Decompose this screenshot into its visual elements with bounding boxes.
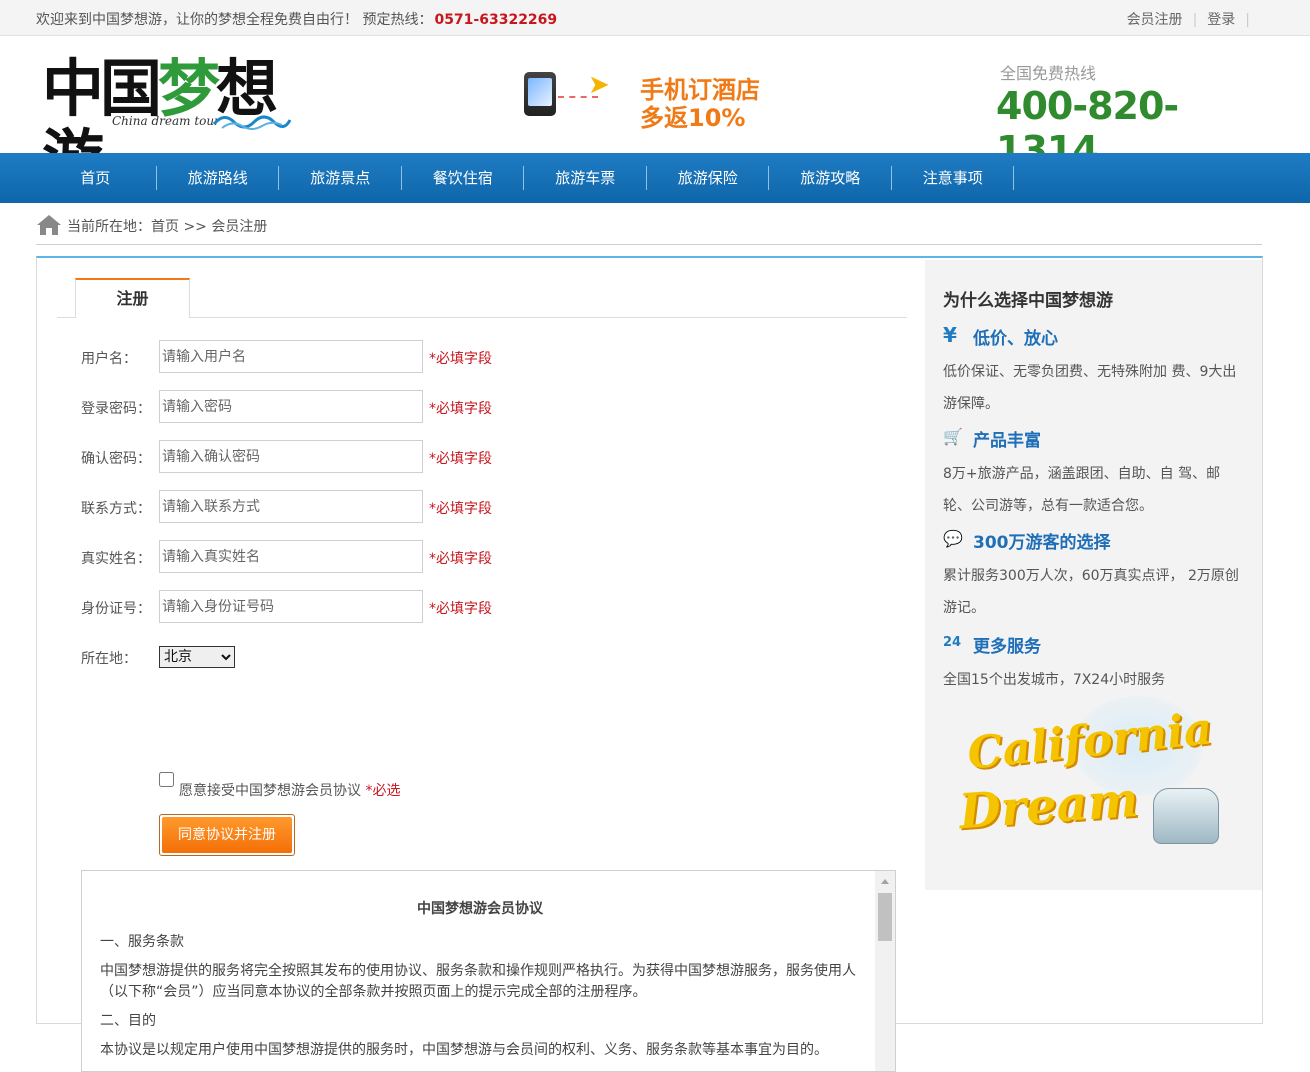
feature-more-services: 24 更多服务 全国15个出发城市，7X24小时服务	[943, 630, 1243, 696]
feature-desc: 累计服务300万人次，60万真实点评， 2万原创游记。	[943, 568, 1239, 616]
breadcrumb-text: 当前所在地：首页 >> 会员注册	[67, 219, 268, 235]
24h-icon: 24	[943, 635, 962, 650]
feature-heading: 300万游客的选择	[973, 533, 1111, 553]
tab-bar: 注册	[57, 278, 907, 318]
nav-item-insurance[interactable]: 旅游保险	[647, 153, 770, 203]
idcard-input[interactable]	[159, 590, 423, 623]
realname-input[interactable]	[159, 540, 423, 573]
required-note: *必填字段	[429, 351, 492, 367]
nav-item-routes[interactable]: 旅游路线	[157, 153, 280, 203]
promo-line-2: 多返10%	[640, 104, 746, 132]
scroll-up-icon[interactable]	[881, 879, 889, 884]
login-link[interactable]: 登录	[1207, 12, 1235, 28]
mobile-hotel-promo[interactable]: ➤ 手机订酒店 多返10%	[520, 66, 770, 136]
chat-icon: 💬	[943, 529, 963, 548]
why-choose-sidebar: 为什么选择中国梦想游 ¥ 低价、放心 低价保证、无零负团费、无特殊附加 费、9大…	[925, 260, 1262, 890]
agree-text: 愿意接受中国梦想游会员协议	[179, 783, 361, 799]
submit-register-button[interactable]: 同意协议并注册	[159, 814, 295, 856]
agreement-section-heading: 一、服务条款	[100, 934, 184, 950]
phone-icon	[524, 72, 556, 116]
register-link[interactable]: 会员注册	[1127, 12, 1183, 28]
agree-checkbox[interactable]	[159, 772, 174, 787]
nav-item-tickets[interactable]: 旅游车票	[524, 153, 647, 203]
agreement-title: 中国梦想游会员协议	[417, 901, 543, 917]
main-nav: 首页 旅游路线 旅游景点 餐饮住宿 旅游车票 旅游保险 旅游攻略 注意事项	[0, 153, 1310, 203]
password-input[interactable]	[159, 390, 423, 423]
divider: |	[1192, 12, 1198, 28]
welcome-text: 欢迎来到中国梦想游，让你的梦想全程免费自由行！ 预定热线： 0571-633222…	[36, 9, 557, 29]
hotline-number: 0571-63322269	[434, 12, 558, 28]
required-note: *必填字段	[429, 401, 492, 417]
free-hotline-label: 全国免费热线	[1000, 64, 1097, 83]
feature-heading: 产品丰富	[973, 431, 1041, 451]
nav-item-notes[interactable]: 注意事项	[892, 153, 1015, 203]
top-links: 会员注册 | 登录 |	[1127, 9, 1260, 29]
sidebar-title: 为什么选择中国梦想游	[943, 291, 1113, 311]
agreement-box[interactable]: 中国梦想游会员协议 一、服务条款 中国梦想游提供的服务将完全按照其发布的使用协议…	[81, 870, 896, 1072]
logo-english: China dream tour	[112, 114, 220, 128]
field-label: 真实姓名：	[81, 551, 151, 567]
header: 中国梦想游 China dream tour ➤ 手机订酒店 多返10% 全国免…	[0, 36, 1310, 194]
banner-text-2: Dream	[957, 771, 1141, 841]
feature-low-price: ¥ 低价、放心 低价保证、无零负团费、无特殊附加 费、9大出游保障。	[943, 322, 1243, 420]
feature-head: ¥ 低价、放心	[943, 322, 1243, 350]
agree-required-note: *必选	[365, 783, 401, 799]
required-note: *必填字段	[429, 551, 492, 567]
feature-head: 🛒 产品丰富	[943, 424, 1243, 452]
top-bar: 欢迎来到中国梦想游，让你的梦想全程免费自由行！ 预定热线： 0571-633222…	[0, 0, 1310, 36]
california-dream-banner[interactable]: California Dream	[953, 696, 1223, 866]
free-hotline: 全国免费热线 400-820-1314	[996, 60, 1256, 172]
username-input[interactable]	[159, 340, 423, 373]
home-icon	[37, 215, 61, 235]
required-note: *必填字段	[429, 501, 492, 517]
feature-heading: 低价、放心	[973, 329, 1058, 349]
feature-3m-visitors: 💬 300万游客的选择 累计服务300万人次，60万真实点评， 2万原创游记。	[943, 526, 1243, 624]
field-label: 联系方式：	[81, 501, 151, 517]
register-panel: 注册 用户名： *必填字段 登录密码： *必填字段 确认密码： *必填字段 联系…	[36, 256, 1263, 1072]
wave-icon	[212, 115, 292, 130]
field-label: 所在地：	[81, 651, 137, 667]
paper-plane-icon: ➤	[588, 70, 610, 100]
site-logo[interactable]: 中国梦想游 China dream tour	[42, 54, 292, 194]
field-label: 身份证号：	[81, 601, 151, 617]
nav-item-dining[interactable]: 餐饮住宿	[402, 153, 525, 203]
agree-label: 愿意接受中国梦想游会员协议 *必选	[179, 780, 400, 800]
agreement-content: 中国梦想游会员协议 一、服务条款 中国梦想游提供的服务将完全按照其发布的使用协议…	[100, 899, 860, 1069]
feature-head: 24 更多服务	[943, 630, 1243, 658]
tab-register[interactable]: 注册	[75, 278, 190, 318]
required-note: *必填字段	[429, 601, 492, 617]
location-select[interactable]: 北京	[159, 646, 235, 668]
feature-desc: 低价保证、无零负团费、无特殊附加 费、9大出游保障。	[943, 364, 1237, 412]
submit-label: 同意协议并注册	[162, 817, 292, 853]
van-icon	[1153, 788, 1219, 844]
divider: |	[1245, 12, 1250, 28]
cart-icon: 🛒	[943, 427, 963, 446]
nav-item-home[interactable]: 首页	[34, 153, 157, 203]
agreement-paragraph: 中国梦想游提供的服务将完全按照其发布的使用协议、服务条款和操作规则严格执行。为获…	[100, 963, 856, 1000]
agreement-section-heading: 二、目的	[100, 1013, 156, 1029]
nav-item-attractions[interactable]: 旅游景点	[279, 153, 402, 203]
feature-desc: 全国15个出发城市，7X24小时服务	[943, 672, 1166, 688]
yen-icon: ¥	[943, 323, 957, 347]
feature-heading: 更多服务	[973, 637, 1041, 657]
nav-item-guides[interactable]: 旅游攻略	[769, 153, 892, 203]
field-label: 登录密码：	[81, 401, 151, 417]
required-note: *必填字段	[429, 451, 492, 467]
confirm-password-input[interactable]	[159, 440, 423, 473]
agreement-scrollbar[interactable]	[875, 871, 895, 1071]
field-label: 用户名：	[81, 351, 137, 367]
field-label: 确认密码：	[81, 451, 151, 467]
feature-head: 💬 300万游客的选择	[943, 526, 1243, 554]
scroll-thumb[interactable]	[878, 893, 892, 941]
welcome-message: 欢迎来到中国梦想游，让你的梦想全程免费自由行！ 预定热线：	[36, 12, 433, 28]
feature-rich-products: 🛒 产品丰富 8万+旅游产品，涵盖跟团、自助、自 驾、邮轮、公司游等，总有一款适…	[943, 424, 1243, 522]
breadcrumb: 当前所在地：首页 >> 会员注册	[36, 203, 1262, 245]
contact-input[interactable]	[159, 490, 423, 523]
feature-desc: 8万+旅游产品，涵盖跟团、自助、自 驾、邮轮、公司游等，总有一款适合您。	[943, 466, 1221, 514]
